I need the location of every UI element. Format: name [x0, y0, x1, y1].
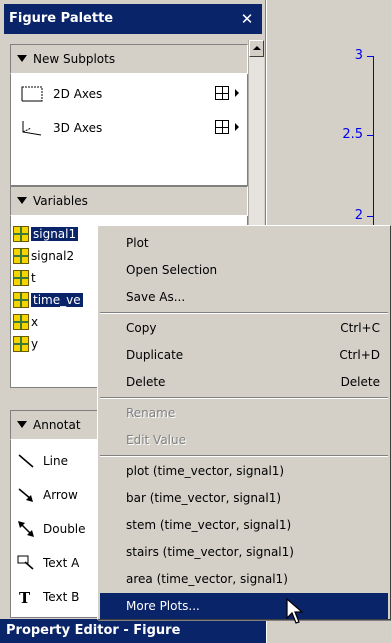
- annotation-label: Text B: [43, 590, 80, 604]
- menu-item-stairs-time-vector[interactable]: stairs (time_vector, signal1): [100, 539, 388, 565]
- menu-item-delete[interactable]: Delete Delete: [100, 369, 388, 395]
- y-tick-label: 2.5: [342, 127, 363, 142]
- double-arrow-icon: [18, 521, 34, 537]
- annotation-item-double-arrow[interactable]: Double: [11, 512, 111, 546]
- menu-item-label: Duplicate: [126, 348, 184, 362]
- menu-item-stem-time-vector[interactable]: stem (time_vector, signal1): [100, 512, 388, 538]
- menu-item-plot[interactable]: Plot: [100, 230, 388, 256]
- variable-item-time-vector[interactable]: time_ve: [13, 290, 83, 310]
- variable-item-signal1[interactable]: signal1: [13, 224, 79, 244]
- new-subplots-list: 2D Axes 3D Axes: [10, 74, 248, 186]
- variable-item-t[interactable]: t: [13, 268, 36, 288]
- menu-separator: [100, 397, 388, 399]
- menu-item-rename: Rename: [126, 406, 176, 420]
- palette-title: Figure Palette: [9, 11, 114, 26]
- annotation-item-line[interactable]: Line: [11, 444, 111, 478]
- menu-item-open-selection[interactable]: Open Selection: [100, 257, 388, 283]
- y-tick-label: 2: [354, 208, 363, 223]
- scroll-up-arrow-icon[interactable]: [249, 40, 264, 57]
- grid-layout-icon[interactable]: [215, 120, 229, 134]
- menu-item-duplicate[interactable]: Duplicate Ctrl+D: [100, 342, 388, 368]
- grid-layout-icon[interactable]: [215, 86, 229, 100]
- annotations-label: Annotat: [33, 418, 81, 432]
- variable-label: signal1: [31, 227, 79, 241]
- menu-separator: [100, 312, 388, 314]
- menu-item-save-as[interactable]: Save As...: [100, 284, 388, 310]
- arrow-icon: [18, 488, 33, 502]
- variable-label: t: [31, 271, 36, 285]
- variable-item-y[interactable]: y: [13, 334, 38, 354]
- menu-item-more-plots[interactable]: More Plots...: [100, 593, 388, 619]
- menu-item-edit-value: Edit Value: [126, 433, 187, 447]
- variable-grid-icon: [13, 314, 29, 330]
- menu-item-area-time-vector[interactable]: area (time_vector, signal1): [100, 566, 388, 592]
- annotation-item-text-box[interactable]: T Text B: [11, 580, 111, 614]
- annotation-item-arrow[interactable]: Arrow: [11, 478, 111, 512]
- menu-item-label: Delete: [126, 375, 166, 389]
- mouse-cursor-icon: [286, 598, 304, 624]
- y-tick: [367, 135, 373, 136]
- svg-text:T: T: [19, 589, 31, 606]
- text-box-icon: T: [19, 589, 31, 606]
- menu-shortcut: Ctrl+C: [340, 321, 380, 335]
- menu-shortcut: Ctrl+D: [339, 348, 380, 362]
- close-icon[interactable]: ✕: [238, 4, 256, 34]
- menu-shortcut: Delete: [340, 375, 380, 389]
- annotation-label: Arrow: [43, 488, 78, 502]
- annotation-label: Double: [43, 522, 86, 536]
- variable-grid-icon: [13, 270, 29, 286]
- text-arrow-icon: [17, 555, 34, 570]
- variable-label: signal2: [31, 249, 75, 263]
- subplot-item-3d[interactable]: 3D Axes: [11, 114, 247, 142]
- collapse-triangle-icon[interactable]: [17, 197, 27, 204]
- context-menu: Plot Open Selection Save As... Copy Ctrl+…: [97, 225, 391, 620]
- 3d-axes-icon: [22, 121, 42, 136]
- menu-item-label: Copy: [126, 321, 157, 335]
- palette-title-bar: Figure Palette ✕: [4, 4, 262, 34]
- menu-separator: [100, 455, 388, 457]
- variable-grid-icon: [13, 292, 29, 308]
- annotation-item-text-arrow[interactable]: Text A: [11, 546, 111, 580]
- variable-label: time_ve: [31, 293, 83, 307]
- variable-label: y: [31, 337, 39, 351]
- variable-item-x[interactable]: x: [13, 312, 38, 332]
- variable-item-signal2[interactable]: signal2: [13, 246, 74, 266]
- variables-header[interactable]: Variables: [10, 186, 248, 216]
- y-tick: [367, 56, 373, 57]
- variable-grid-icon: [13, 248, 29, 264]
- variable-grid-icon: [13, 336, 29, 352]
- new-subplots-header[interactable]: New Subplots: [10, 44, 248, 74]
- collapse-triangle-icon[interactable]: [17, 421, 27, 428]
- annotation-label: Text A: [43, 556, 80, 570]
- line-icon: [18, 454, 34, 468]
- variables-label: Variables: [33, 194, 88, 208]
- subplot-item-label: 3D Axes: [53, 121, 103, 135]
- menu-item-copy[interactable]: Copy Ctrl+C: [100, 315, 388, 341]
- subplot-item-2d[interactable]: 2D Axes: [11, 80, 247, 108]
- collapse-triangle-icon[interactable]: [17, 55, 27, 62]
- menu-item-bar-time-vector[interactable]: bar (time_vector, signal1): [100, 485, 388, 511]
- annotation-label: Line: [43, 454, 69, 468]
- y-tick: [367, 216, 373, 217]
- y-tick-label: 3: [354, 48, 363, 63]
- property-editor-title[interactable]: Property Editor - Figure: [0, 619, 266, 643]
- chevron-right-icon[interactable]: [235, 89, 239, 97]
- 2d-axes-icon: [21, 86, 43, 102]
- chevron-right-icon[interactable]: [235, 123, 239, 131]
- variable-label: x: [31, 315, 39, 329]
- new-subplots-label: New Subplots: [33, 52, 116, 66]
- subplot-item-label: 2D Axes: [53, 87, 103, 101]
- menu-item-plot-time-vector[interactable]: plot (time_vector, signal1): [100, 458, 388, 484]
- variable-grid-icon: [13, 226, 29, 242]
